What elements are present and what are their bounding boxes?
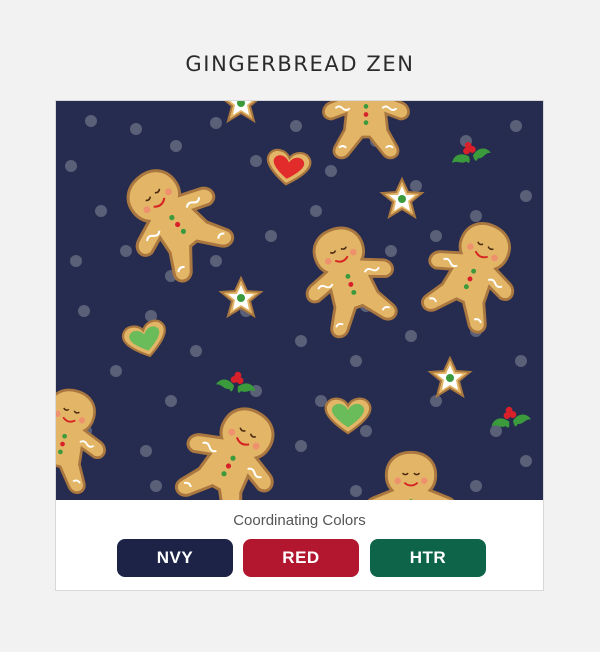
swatch-htr-button[interactable]: HTR	[370, 539, 486, 577]
fabric-pattern-image	[56, 101, 543, 500]
swatch-nvy-button[interactable]: NVY	[117, 539, 233, 577]
coordinating-colors-label: Coordinating Colors	[233, 512, 366, 529]
page-title: GINGERBREAD ZEN	[185, 52, 415, 76]
product-card: Coordinating Colors NVY RED HTR	[55, 100, 544, 591]
swatch-red-button[interactable]: RED	[243, 539, 359, 577]
color-swatches: NVY RED HTR	[117, 539, 486, 577]
